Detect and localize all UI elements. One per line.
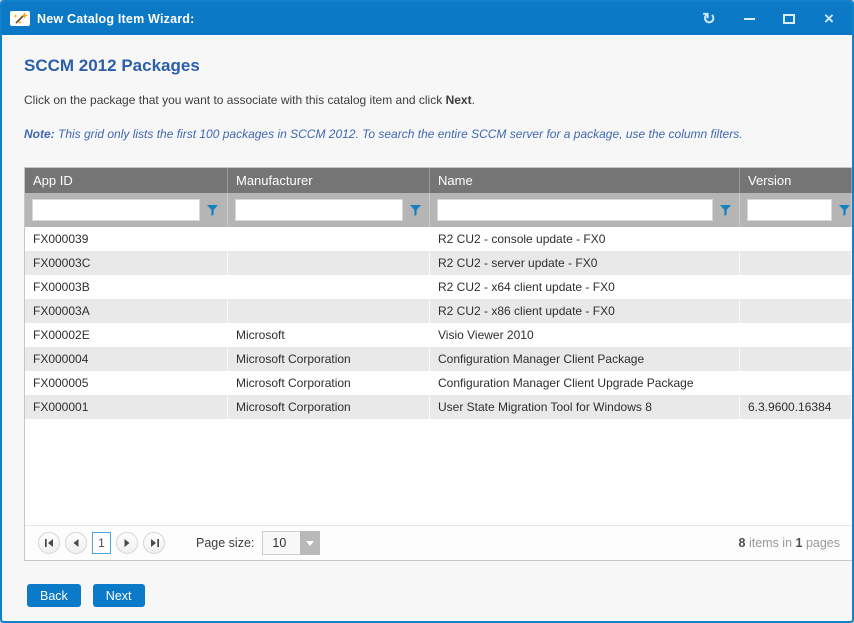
cell-name: Configuration Manager Client Upgrade Pac…	[430, 371, 740, 395]
grid-pager: 1 Page size: 10 8 items in 1 pages	[25, 525, 852, 560]
cell-app-id: FX000039	[25, 227, 228, 251]
cell-version	[740, 299, 852, 323]
cell-name: User State Migration Tool for Windows 8	[430, 395, 740, 419]
cell-app-id: FX00003C	[25, 251, 228, 275]
last-page-button[interactable]	[143, 532, 165, 554]
cell-version: 6.3.9600.16384	[740, 395, 852, 419]
cell-app-id: FX00003B	[25, 275, 228, 299]
cell-name: R2 CU2 - console update - FX0	[430, 227, 740, 251]
column-header-name[interactable]: Name	[430, 168, 740, 193]
grid-empty-area	[25, 419, 852, 525]
filter-funnel-icon[interactable]	[409, 204, 422, 217]
filter-cell-name	[430, 193, 740, 227]
cell-manufacturer	[228, 299, 430, 323]
filter-input-app-id[interactable]	[32, 199, 200, 221]
cell-name: Configuration Manager Client Package	[430, 347, 740, 371]
wizard-content: SCCM 2012 Packages Click on the package …	[2, 56, 852, 623]
titlebar: New Catalog Item Wizard: ↻ ×	[2, 2, 852, 35]
cell-version	[740, 251, 852, 275]
summary-mid: items in	[746, 536, 796, 550]
instruction-text: Click on the package that you want to as…	[24, 93, 852, 108]
wizard-wand-icon	[10, 11, 30, 26]
note-text: Note: This grid only lists the first 100…	[24, 127, 852, 142]
page-title: SCCM 2012 Packages	[24, 56, 852, 76]
cell-manufacturer	[228, 251, 430, 275]
filter-funnel-icon[interactable]	[719, 204, 732, 217]
cell-app-id: FX000005	[25, 371, 228, 395]
cell-app-id: FX00003A	[25, 299, 228, 323]
table-row[interactable]: FX000004Microsoft CorporationConfigurati…	[25, 347, 852, 371]
pager-summary: 8 items in 1 pages	[739, 536, 840, 550]
filter-cell-app-id	[25, 193, 228, 227]
note-label: Note:	[24, 127, 55, 141]
previous-page-button[interactable]	[65, 532, 87, 554]
grid-body: FX000039R2 CU2 - console update - FX0FX0…	[25, 227, 852, 419]
instruction-next-word: Next	[446, 93, 472, 107]
cell-app-id: FX000001	[25, 395, 228, 419]
cell-name: R2 CU2 - x64 client update - FX0	[430, 275, 740, 299]
cell-version	[740, 347, 852, 371]
cell-manufacturer: Microsoft Corporation	[228, 347, 430, 371]
window-controls: ↻ ×	[696, 8, 842, 30]
page-size-value: 10	[262, 531, 300, 555]
chevron-down-icon[interactable]	[300, 531, 320, 555]
next-page-button[interactable]	[116, 532, 138, 554]
cell-app-id: FX000004	[25, 347, 228, 371]
filter-input-name[interactable]	[437, 199, 713, 221]
first-page-button[interactable]	[38, 532, 60, 554]
summary-suffix: pages	[802, 536, 840, 550]
table-row[interactable]: FX00003C R2 CU2 - server update - FX0	[25, 251, 852, 275]
table-row[interactable]: FX000001Microsoft CorporationUser State …	[25, 395, 852, 419]
close-icon[interactable]: ×	[816, 8, 842, 30]
items-count: 8	[739, 536, 746, 550]
column-header-version[interactable]: Version	[740, 168, 852, 193]
cell-manufacturer	[228, 275, 430, 299]
table-row[interactable]: FX00003B R2 CU2 - x64 client update - FX0	[25, 275, 852, 299]
cell-version	[740, 227, 852, 251]
filter-cell-version	[740, 193, 852, 227]
minimize-icon[interactable]	[736, 8, 762, 30]
wizard-footer: Back Next	[27, 584, 852, 607]
maximize-icon[interactable]	[776, 8, 802, 30]
note-body: This grid only lists the first 100 packa…	[55, 127, 743, 141]
cell-manufacturer: Microsoft	[228, 323, 430, 347]
page-size-label: Page size:	[196, 536, 254, 550]
instruction-suffix: .	[472, 93, 475, 107]
table-row[interactable]: FX000005Microsoft CorporationConfigurati…	[25, 371, 852, 395]
filter-funnel-icon[interactable]	[838, 204, 851, 217]
cell-manufacturer: Microsoft Corporation	[228, 371, 430, 395]
cell-manufacturer: Microsoft Corporation	[228, 395, 430, 419]
next-button[interactable]: Next	[93, 584, 145, 607]
grid-filter-row	[25, 193, 852, 227]
cell-name: Visio Viewer 2010	[430, 323, 740, 347]
page-size-select[interactable]: 10	[262, 531, 320, 555]
window-title: New Catalog Item Wizard:	[37, 12, 195, 26]
cell-name: R2 CU2 - server update - FX0	[430, 251, 740, 275]
table-row[interactable]: FX00003A R2 CU2 - x86 client update - FX0	[25, 299, 852, 323]
filter-cell-manufacturer	[228, 193, 430, 227]
cell-version	[740, 275, 852, 299]
column-header-manufacturer[interactable]: Manufacturer	[228, 168, 430, 193]
cell-version	[740, 371, 852, 395]
table-row[interactable]: FX00002EMicrosoftVisio Viewer 2010	[25, 323, 852, 347]
refresh-icon[interactable]: ↻	[696, 8, 722, 30]
cell-version	[740, 323, 852, 347]
filter-input-manufacturer[interactable]	[235, 199, 403, 221]
wizard-window: New Catalog Item Wizard: ↻ × SCCM 2012 P…	[0, 0, 854, 623]
current-page-button[interactable]: 1	[92, 532, 111, 554]
column-header-app-id[interactable]: App ID	[25, 168, 228, 193]
filter-input-version[interactable]	[747, 199, 832, 221]
grid-header-row: App ID Manufacturer Name Version	[25, 168, 852, 193]
cell-app-id: FX00002E	[25, 323, 228, 347]
cell-name: R2 CU2 - x86 client update - FX0	[430, 299, 740, 323]
packages-grid: App ID Manufacturer Name Version	[24, 167, 852, 561]
cell-manufacturer	[228, 227, 430, 251]
back-button[interactable]: Back	[27, 584, 81, 607]
table-row[interactable]: FX000039 R2 CU2 - console update - FX0	[25, 227, 852, 251]
filter-funnel-icon[interactable]	[206, 204, 219, 217]
instruction-prefix: Click on the package that you want to as…	[24, 93, 446, 107]
